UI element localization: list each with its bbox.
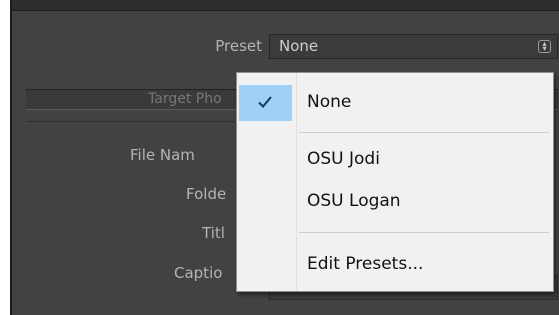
menu-item-label: OSU Jodi <box>307 149 380 169</box>
divider <box>26 121 266 122</box>
preset-select-value: None <box>279 37 319 55</box>
title-label: Titl <box>202 224 225 242</box>
section-header-title: Target Pho <box>148 91 222 107</box>
caption-label: Captio <box>174 264 223 282</box>
menu-item-osu-logan[interactable]: OSU Logan <box>237 180 553 223</box>
menu-item-osu-jodi[interactable]: OSU Jodi <box>237 138 553 181</box>
menu-item-label: Edit Presets... <box>307 254 424 274</box>
checkmark-icon <box>258 96 272 108</box>
up-down-stepper-icon: ▴ ▾ <box>538 40 551 53</box>
menu-item-label: OSU Logan <box>307 191 401 211</box>
panel-top-bar <box>12 0 559 11</box>
menu-item-edit-presets[interactable]: Edit Presets... <box>237 243 553 286</box>
folder-label: Folde <box>186 185 227 203</box>
file-name-label: File Nam <box>130 146 195 164</box>
checked-highlight <box>239 85 292 121</box>
menu-item-none[interactable]: None <box>237 81 553 124</box>
menu-separator <box>299 232 549 233</box>
preset-label: Preset <box>215 37 262 55</box>
preset-select[interactable]: None ▴ ▾ <box>269 34 558 59</box>
menu-separator <box>299 132 549 133</box>
menu-item-label: None <box>307 92 352 112</box>
preset-dropdown-menu: None OSU Jodi OSU Logan Edit Presets... <box>236 72 554 292</box>
